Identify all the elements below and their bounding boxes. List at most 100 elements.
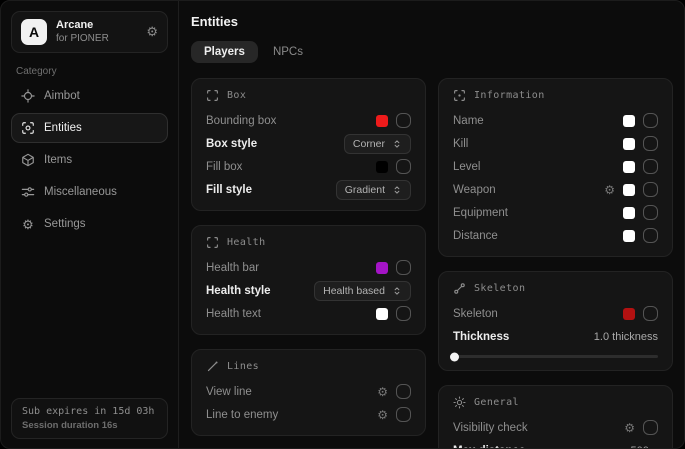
- color-swatch[interactable]: [623, 138, 635, 150]
- checkbox[interactable]: [643, 136, 658, 151]
- gear-icon[interactable]: ⚙: [146, 24, 158, 40]
- sidebar-spacer: [1, 239, 178, 398]
- color-swatch[interactable]: [376, 115, 388, 127]
- chevron-up-down-icon: [392, 286, 402, 296]
- panel-box: Box Bounding box Box style Corner: [191, 78, 426, 211]
- setting-row-visibility-check: Visibility check ⚙: [453, 416, 658, 439]
- color-swatch[interactable]: [623, 115, 635, 127]
- setting-row-distance: Distance: [453, 224, 658, 247]
- sidebar-item-label: Aimbot: [44, 90, 80, 102]
- panel-title: Skeleton: [474, 283, 525, 294]
- gear-icon[interactable]: ⚙: [377, 409, 388, 421]
- panel-skeleton: Skeleton Skeleton Thickness 1.0 thicknes…: [438, 271, 673, 371]
- sliders-icon: [21, 185, 35, 199]
- panel-general-header: General: [453, 396, 658, 409]
- checkbox[interactable]: [643, 182, 658, 197]
- gear-icon[interactable]: ⚙: [377, 386, 388, 398]
- app-logo: A: [21, 19, 47, 45]
- setting-label: Distance: [453, 230, 498, 242]
- sidebar-item-aimbot[interactable]: Aimbot: [11, 81, 168, 111]
- dropdown-value: Corner: [353, 138, 385, 150]
- panel-title: General: [474, 397, 519, 408]
- crosshair-icon: [21, 89, 35, 103]
- dropdown-value: Gradient: [345, 184, 385, 196]
- dropdown-value: Health based: [323, 285, 385, 297]
- checkbox[interactable]: [643, 159, 658, 174]
- panel-general: General Visibility check ⚙ Max distance …: [438, 385, 673, 448]
- setting-label: Fill box: [206, 161, 242, 173]
- thickness-slider[interactable]: [453, 352, 658, 361]
- sidebar-item-entities[interactable]: Entities: [11, 113, 168, 143]
- checkbox[interactable]: [643, 205, 658, 220]
- logo-card: A Arcane for PIONER ⚙: [11, 11, 168, 53]
- setting-row-name: Name: [453, 109, 658, 132]
- gear-icon[interactable]: ⚙: [624, 422, 635, 434]
- tab-players[interactable]: Players: [191, 41, 258, 63]
- checkbox[interactable]: [643, 113, 658, 128]
- color-swatch[interactable]: [623, 184, 635, 196]
- panel-lines-header: Lines: [206, 360, 411, 373]
- checkbox[interactable]: [396, 306, 411, 321]
- slider-fill: [453, 355, 455, 358]
- setting-row-fill-box: Fill box: [206, 155, 411, 178]
- setting-label: View line: [206, 386, 252, 398]
- checkbox[interactable]: [396, 260, 411, 275]
- setting-label: Fill style: [206, 184, 252, 196]
- panel-skeleton-header: Skeleton: [453, 282, 658, 295]
- setting-label: Thickness: [453, 331, 509, 343]
- checkbox[interactable]: [396, 159, 411, 174]
- setting-row-health-bar: Health bar: [206, 256, 411, 279]
- session-duration-text: Session duration 16s: [22, 420, 157, 431]
- checkbox[interactable]: [643, 306, 658, 321]
- sidebar: A Arcane for PIONER ⚙ Category Aimbot: [1, 1, 179, 448]
- setting-label: Box style: [206, 138, 257, 150]
- setting-row-fill-style: Fill style Gradient: [206, 178, 411, 201]
- setting-row-box-style: Box style Corner: [206, 132, 411, 155]
- setting-row-weapon: Weapon ⚙: [453, 178, 658, 201]
- color-swatch[interactable]: [623, 308, 635, 320]
- setting-label: Name: [453, 115, 484, 127]
- health-style-dropdown[interactable]: Health based: [314, 281, 411, 301]
- setting-row-level: Level: [453, 155, 658, 178]
- tab-npcs[interactable]: NPCs: [260, 41, 316, 63]
- sidebar-item-settings[interactable]: ⚙ Settings: [11, 209, 168, 239]
- sun-icon: [453, 396, 466, 409]
- setting-label: Health style: [206, 285, 271, 297]
- main-content: Entities Players NPCs Box Bounding box: [179, 1, 684, 448]
- thickness-value: 1.0 thickness: [594, 331, 658, 343]
- panel-information: Information Name Kill: [438, 78, 673, 257]
- color-swatch[interactable]: [623, 161, 635, 173]
- checkbox[interactable]: [643, 420, 658, 435]
- setting-label: Bounding box: [206, 115, 276, 127]
- box-style-dropdown[interactable]: Corner: [344, 134, 411, 154]
- color-swatch[interactable]: [623, 230, 635, 242]
- sidebar-nav: Aimbot Entities Items: [1, 81, 178, 239]
- gear-icon[interactable]: ⚙: [604, 184, 615, 196]
- app-window: A Arcane for PIONER ⚙ Category Aimbot: [0, 0, 685, 449]
- setting-row-health-text: Health text: [206, 302, 411, 325]
- subscription-card: Sub expires in 15d 03h Session duration …: [11, 398, 168, 439]
- logo-text: Arcane for PIONER: [56, 19, 137, 45]
- setting-label: Kill: [453, 138, 468, 150]
- setting-label: Health bar: [206, 262, 259, 274]
- sidebar-item-items[interactable]: Items: [11, 145, 168, 175]
- fill-style-dropdown[interactable]: Gradient: [336, 180, 411, 200]
- checkbox[interactable]: [396, 407, 411, 422]
- panel-title: Health: [227, 237, 266, 248]
- color-swatch[interactable]: [623, 207, 635, 219]
- setting-row-view-line: View line ⚙: [206, 380, 411, 403]
- color-swatch[interactable]: [376, 308, 388, 320]
- sidebar-item-miscellaneous[interactable]: Miscellaneous: [11, 177, 168, 207]
- right-column: Information Name Kill: [438, 78, 673, 448]
- checkbox[interactable]: [396, 113, 411, 128]
- slider-thumb[interactable]: [450, 352, 459, 361]
- setting-row-line-to-enemy: Line to enemy ⚙: [206, 403, 411, 426]
- color-swatch[interactable]: [376, 161, 388, 173]
- setting-row-skeleton: Skeleton: [453, 302, 658, 325]
- page-title: Entities: [191, 14, 673, 29]
- checkbox[interactable]: [643, 228, 658, 243]
- sub-expires-text: Sub expires in 15d 03h: [22, 406, 157, 417]
- color-swatch[interactable]: [376, 262, 388, 274]
- setting-label: Level: [453, 161, 481, 173]
- checkbox[interactable]: [396, 384, 411, 399]
